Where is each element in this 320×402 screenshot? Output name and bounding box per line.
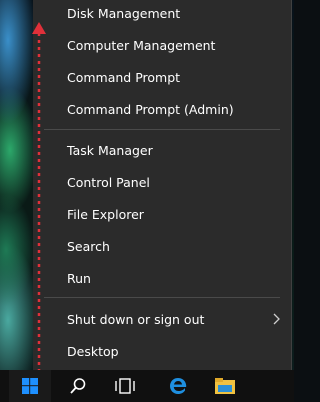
- task-view-icon: [115, 378, 135, 394]
- search-icon: [70, 378, 86, 394]
- windows-logo-icon: [22, 378, 38, 394]
- annotation-arrow-up: [32, 22, 46, 372]
- edge-icon: [170, 378, 187, 394]
- taskbar-search-button[interactable]: [58, 370, 98, 402]
- start-button[interactable]: [9, 370, 51, 402]
- taskbar: [0, 370, 294, 402]
- taskbar-edge-button[interactable]: [158, 370, 198, 402]
- taskbar-file-explorer-button[interactable]: [205, 370, 245, 402]
- task-view-button[interactable]: [105, 370, 145, 402]
- file-explorer-icon: [215, 378, 235, 394]
